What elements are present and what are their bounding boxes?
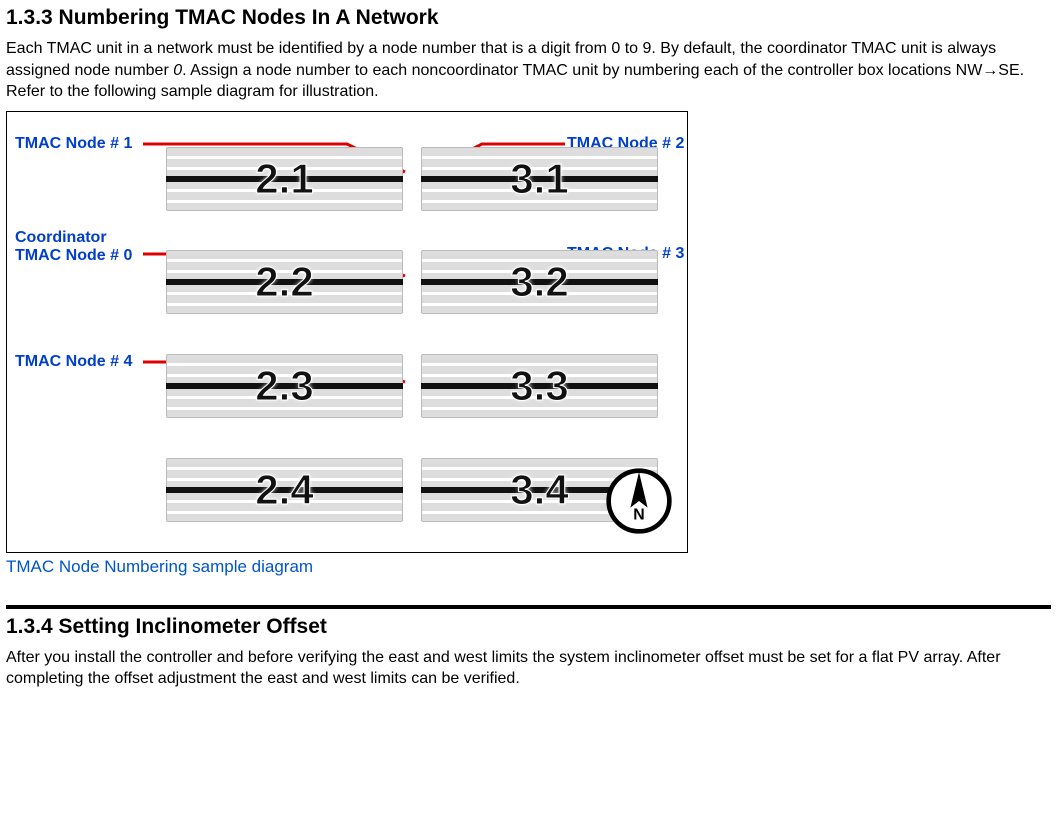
para1-italic-zero: 0 <box>173 62 182 79</box>
panel-2-2: 2.2 <box>162 242 407 322</box>
section-2-heading: 1.3.4 Setting Inclinometer Offset <box>6 615 1051 639</box>
panel-3-2: 3.2 <box>417 242 662 322</box>
label-coord-line1: Coordinator <box>15 228 107 247</box>
compass-icon: N <box>606 468 672 534</box>
section-2-paragraph: After you install the controller and bef… <box>6 647 1051 690</box>
label-coord-line2: TMAC Node # 0 <box>15 246 132 265</box>
panel-2-3: 2.3 <box>162 346 407 426</box>
panel-3-3: 3.3 <box>417 346 662 426</box>
diagram-caption: TMAC Node Numbering sample diagram <box>6 557 1051 577</box>
label-node4: TMAC Node # 4 <box>15 352 132 371</box>
panel-2-1: 2.1 <box>162 139 407 219</box>
section-1-paragraph: Each TMAC unit in a network must be iden… <box>6 38 1051 103</box>
node-numbering-diagram: TMAC Node # 1 TMAC Node # 2 Coordinator … <box>6 111 688 553</box>
panel-grid: 2.1 3.1 2.2 3.2 2.3 3.3 <box>162 127 662 542</box>
panel-2-4: 2.4 <box>162 450 407 530</box>
svg-text:N: N <box>633 506 644 523</box>
panel-3-1: 3.1 <box>417 139 662 219</box>
para1-part2: . Assign a node number to each noncoordi… <box>182 62 982 79</box>
section-divider <box>6 605 1051 609</box>
label-node1: TMAC Node # 1 <box>15 134 132 153</box>
para1-arrow: → <box>982 62 998 79</box>
section-1-heading: 1.3.3 Numbering TMAC Nodes In A Network <box>6 6 1051 30</box>
